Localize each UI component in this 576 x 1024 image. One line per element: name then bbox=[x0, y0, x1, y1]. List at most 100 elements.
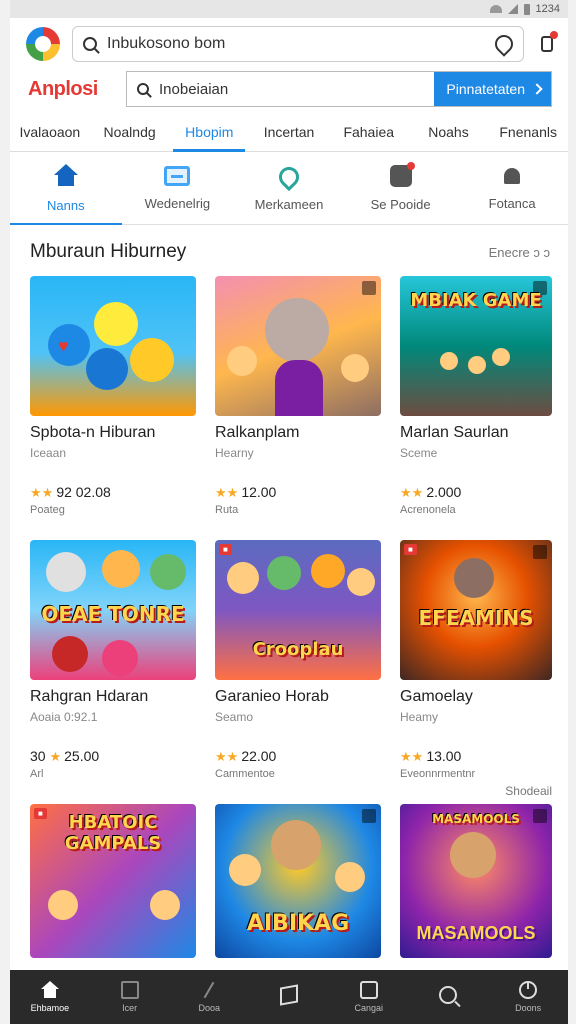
tab-0[interactable]: Ivalaoaon bbox=[10, 112, 90, 151]
category-label: Merkameen bbox=[254, 197, 324, 212]
nav-label: Doons bbox=[515, 1003, 542, 1013]
category-label: Fotanca bbox=[488, 196, 536, 211]
wifi-icon bbox=[489, 5, 502, 13]
card-subtitle: Heamy bbox=[400, 710, 439, 724]
game-card[interactable]: OEAE TONRE Rahgran Hdaran Aoaia 0:92.1 3… bbox=[30, 540, 196, 804]
top-search-input[interactable] bbox=[107, 35, 485, 53]
tab-6[interactable]: Fnenanls bbox=[488, 112, 568, 151]
nav-label: Icer bbox=[122, 1003, 138, 1013]
game-card[interactable]: Ralkanplam Hearny ★★ 12.00 Ruta bbox=[215, 276, 381, 540]
tab-1[interactable]: Noalndg bbox=[90, 112, 170, 151]
home-icon bbox=[40, 981, 59, 999]
card-rating: ★★ 92 02.08 bbox=[30, 484, 111, 500]
corner-badge-icon bbox=[533, 545, 547, 559]
card-meta: Cammentoe bbox=[215, 768, 275, 780]
chevron-down-icon bbox=[531, 83, 543, 95]
game-thumbnail: OEAE TONRE bbox=[30, 540, 196, 680]
cube-icon bbox=[280, 984, 299, 1006]
nav-slash[interactable]: Dooa bbox=[169, 970, 249, 1024]
card-extra-label: Shodeail bbox=[505, 784, 552, 798]
nav-label: Dooa bbox=[198, 1003, 221, 1013]
game-art-title: MASAMOOLS bbox=[432, 812, 520, 826]
top-bar bbox=[10, 22, 568, 66]
tab-4[interactable]: Fahaiea bbox=[329, 112, 409, 151]
category-3[interactable]: Se Pooide bbox=[345, 153, 457, 224]
monitor-icon bbox=[164, 166, 191, 186]
power-icon bbox=[519, 981, 538, 999]
category-home[interactable]: Nanns bbox=[10, 153, 122, 225]
game-art-title: EFEAMINS bbox=[418, 606, 534, 630]
signal-icon bbox=[507, 4, 518, 14]
search-icon bbox=[83, 37, 97, 51]
star-icon: ★★ bbox=[215, 485, 239, 500]
star-icon: ★★ bbox=[400, 485, 424, 500]
game-art-title: Crooplau bbox=[252, 639, 344, 660]
app-frame: 1234 Anplosi Pinnatetaten Ivalaoaon Noal… bbox=[10, 0, 568, 1024]
card-title: Spbota-n Hiburan bbox=[30, 424, 156, 441]
card-title: Ralkanplam bbox=[215, 424, 300, 441]
card-title: Gamoelay bbox=[400, 688, 473, 705]
search-button[interactable]: Pinnatetaten bbox=[434, 72, 551, 106]
tab-5[interactable]: Noahs bbox=[409, 112, 489, 151]
status-bar: 1234 bbox=[10, 0, 568, 18]
game-art-title: AIBIKAG bbox=[246, 911, 350, 936]
nav-cube[interactable] bbox=[249, 970, 329, 1024]
category-bar: Nanns Wedenelrig Merkameen Se Pooide Fot… bbox=[10, 153, 568, 225]
game-art-title: HBATOIC GAMPALS bbox=[64, 812, 162, 854]
game-card[interactable]: ■ EFEAMINS Gamoelay Heamy ★★ 13.00 Eveonn… bbox=[400, 540, 552, 804]
brand-search-row: Anplosi Pinnatetaten bbox=[10, 70, 568, 108]
category-2[interactable]: Merkameen bbox=[233, 153, 345, 224]
game-thumbnail: MASAMOOLS MASAMOOLS bbox=[400, 804, 552, 958]
category-4[interactable]: Fotanca bbox=[456, 153, 568, 224]
brand-name[interactable]: Anplosi bbox=[28, 78, 110, 101]
section-title: Mburaun Hiburney bbox=[30, 241, 187, 262]
game-thumbnail: AIBIKAG bbox=[215, 804, 381, 958]
nav-power[interactable]: Doons bbox=[488, 970, 568, 1024]
see-all-link[interactable]: Enecre ɔ ɔ bbox=[489, 245, 550, 260]
tab-3[interactable]: Incertan bbox=[249, 112, 329, 151]
card-meta: Arl bbox=[30, 768, 44, 780]
nav-label: Ehbamoe bbox=[30, 1003, 70, 1013]
game-thumbnail: ♥ bbox=[30, 276, 196, 416]
category-1[interactable]: Wedenelrig bbox=[122, 153, 234, 224]
card-rating: ★★ 2.000 bbox=[400, 484, 462, 500]
game-thumbnail: ■ EFEAMINS bbox=[400, 540, 552, 680]
corner-badge-icon bbox=[362, 809, 376, 823]
game-thumbnail: ■ Crooplau bbox=[215, 540, 381, 680]
search-button-label: Pinnatetaten bbox=[446, 81, 525, 97]
app-logo-icon[interactable] bbox=[26, 27, 60, 61]
bell-icon bbox=[501, 166, 523, 186]
star-icon: ★★ bbox=[30, 485, 54, 500]
tab-2-active[interactable]: Hbopim bbox=[169, 112, 249, 152]
game-art-title: OEAE TONRE bbox=[41, 602, 185, 626]
nav-doc[interactable]: Icer bbox=[90, 970, 170, 1024]
nav-search[interactable] bbox=[409, 970, 489, 1024]
game-thumbnail: ■ HBATOIC GAMPALS bbox=[30, 804, 196, 958]
nav-box[interactable]: Cangai bbox=[329, 970, 409, 1024]
game-art-title-2: MASAMOOLS bbox=[416, 923, 536, 943]
main-search-box[interactable]: Pinnatetaten bbox=[126, 71, 552, 107]
game-card[interactable]: MBIAK GAME Marlan Saurlan Sceme ★★ 2.000 … bbox=[400, 276, 552, 540]
location-pin-icon[interactable] bbox=[491, 31, 517, 57]
nav-home[interactable]: Ehbamoe bbox=[10, 970, 90, 1024]
game-card[interactable]: ■ Crooplau Garanieo Horab Seamo ★★ 22.00 … bbox=[215, 540, 381, 804]
corner-badge-icon bbox=[362, 281, 376, 295]
tag-badge: ■ bbox=[219, 544, 232, 555]
bottom-nav: Ehbamoe Icer Dooa Cangai Doons bbox=[10, 970, 568, 1024]
card-title: Garanieo Horab bbox=[215, 688, 329, 705]
main-search-input[interactable] bbox=[159, 80, 425, 98]
search-icon bbox=[439, 986, 458, 1004]
card-rating: 30 ★ 25.00 bbox=[30, 748, 100, 764]
box-icon bbox=[359, 981, 378, 999]
search-icon bbox=[137, 83, 149, 95]
location-icon bbox=[274, 162, 304, 192]
card-title: Rahgran Hdaran bbox=[30, 688, 149, 705]
card-rating: ★★ 12.00 bbox=[215, 484, 277, 500]
game-thumbnail bbox=[215, 276, 381, 416]
card-subtitle: Sceme bbox=[400, 446, 438, 460]
document-icon bbox=[120, 981, 139, 999]
top-search-box[interactable] bbox=[72, 26, 524, 62]
tag-badge: ■ bbox=[404, 544, 417, 555]
game-card[interactable]: ♥ Spbota-n Hiburan Iceaan ★★ 92 02.08 Poa… bbox=[30, 276, 196, 540]
notification-icon[interactable] bbox=[536, 31, 558, 55]
